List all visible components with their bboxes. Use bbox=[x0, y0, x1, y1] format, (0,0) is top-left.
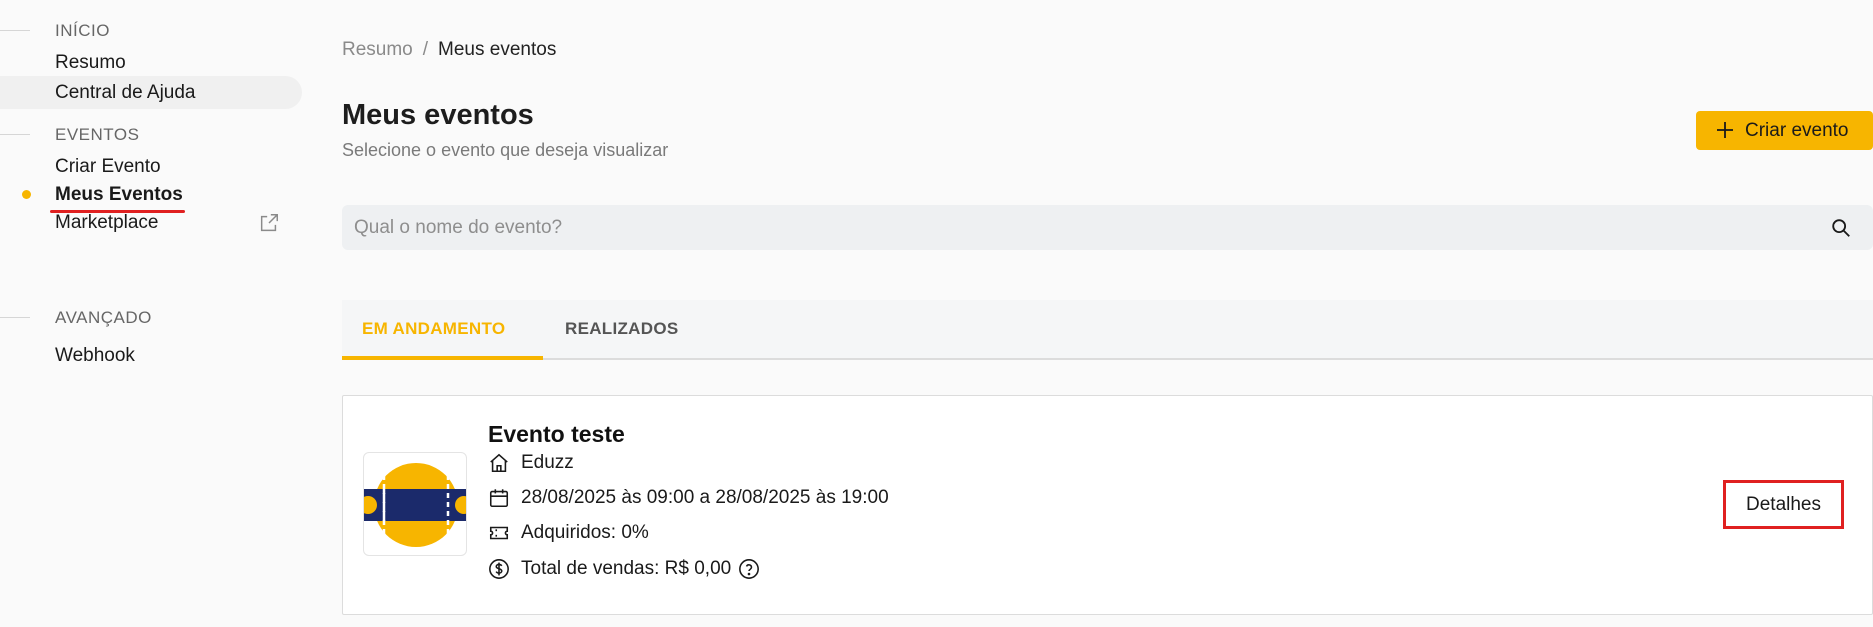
section-eventos: EVENTOS bbox=[0, 123, 310, 147]
dollar-icon bbox=[489, 559, 509, 579]
section-title: EVENTOS bbox=[55, 125, 140, 144]
breadcrumb: Resumo / Meus eventos bbox=[342, 39, 556, 61]
section-title: INÍCIO bbox=[55, 21, 110, 40]
event-name: Evento teste bbox=[488, 421, 625, 447]
section-inicio: INÍCIO bbox=[0, 19, 310, 43]
event-card: Evento teste Eduzz 28/08/2025 às 09:00 a… bbox=[342, 395, 1873, 615]
event-organizer: Eduzz bbox=[521, 452, 574, 473]
event-acquired: Adquiridos: 0% bbox=[521, 522, 649, 543]
external-link-icon bbox=[260, 214, 278, 232]
sidebar: INÍCIO Resumo Central de Ajuda EVENTOS C… bbox=[0, 0, 310, 627]
home-icon bbox=[490, 453, 508, 473]
search-icon[interactable] bbox=[1830, 217, 1852, 239]
divider bbox=[0, 134, 30, 135]
sidebar-item-label: Resumo bbox=[55, 52, 126, 73]
sidebar-item-label: Meus Eventos bbox=[55, 184, 183, 205]
event-sales: Total de vendas: R$ 0,00 bbox=[521, 558, 732, 579]
breadcrumb-current: Meus eventos bbox=[438, 39, 557, 60]
sidebar-item-webhook[interactable]: Webhook bbox=[0, 339, 302, 372]
tab-label: REALIZADOS bbox=[565, 319, 679, 338]
sidebar-item-central-de-ajuda[interactable]: Central de Ajuda bbox=[0, 76, 302, 109]
section-avancado: AVANÇADO bbox=[0, 306, 310, 330]
sidebar-item-label: Webhook bbox=[55, 345, 135, 366]
active-indicator bbox=[22, 190, 31, 199]
sidebar-item-label: Criar Evento bbox=[55, 156, 161, 177]
event-thumbnail bbox=[363, 452, 467, 556]
tab-em-andamento[interactable]: EM ANDAMENTO bbox=[342, 300, 543, 360]
event-date: 28/08/2025 às 09:00 a 28/08/2025 às 19:0… bbox=[521, 487, 889, 508]
divider bbox=[0, 30, 30, 31]
tabs: EM ANDAMENTO REALIZADOS bbox=[342, 300, 1873, 360]
tab-realizados[interactable]: REALIZADOS bbox=[543, 300, 703, 360]
page-title: Meus eventos bbox=[342, 99, 534, 131]
search-input[interactable] bbox=[354, 205, 1794, 250]
create-event-button[interactable]: Criar evento bbox=[1696, 111, 1873, 150]
ticket-icon bbox=[489, 526, 509, 540]
help-icon[interactable] bbox=[738, 558, 760, 580]
divider bbox=[0, 317, 30, 318]
calendar-icon bbox=[489, 489, 509, 508]
sidebar-item-label: Central de Ajuda bbox=[55, 82, 196, 103]
sidebar-item-marketplace[interactable]: Marketplace bbox=[0, 206, 302, 239]
ticket-logo-icon bbox=[364, 463, 466, 547]
create-event-label: Criar evento bbox=[1745, 120, 1849, 141]
sidebar-item-label: Marketplace bbox=[55, 212, 159, 233]
details-button[interactable]: Detalhes bbox=[1723, 480, 1844, 529]
plus-icon bbox=[1717, 122, 1733, 138]
breadcrumb-separator: / bbox=[422, 39, 429, 60]
tab-label: EM ANDAMENTO bbox=[362, 319, 506, 338]
page-subtitle: Selecione o evento que deseja visualizar bbox=[342, 140, 669, 160]
sidebar-item-resumo[interactable]: Resumo bbox=[0, 46, 302, 79]
section-title: AVANÇADO bbox=[55, 308, 152, 327]
breadcrumb-parent[interactable]: Resumo bbox=[342, 39, 413, 60]
search-bar bbox=[342, 205, 1873, 250]
